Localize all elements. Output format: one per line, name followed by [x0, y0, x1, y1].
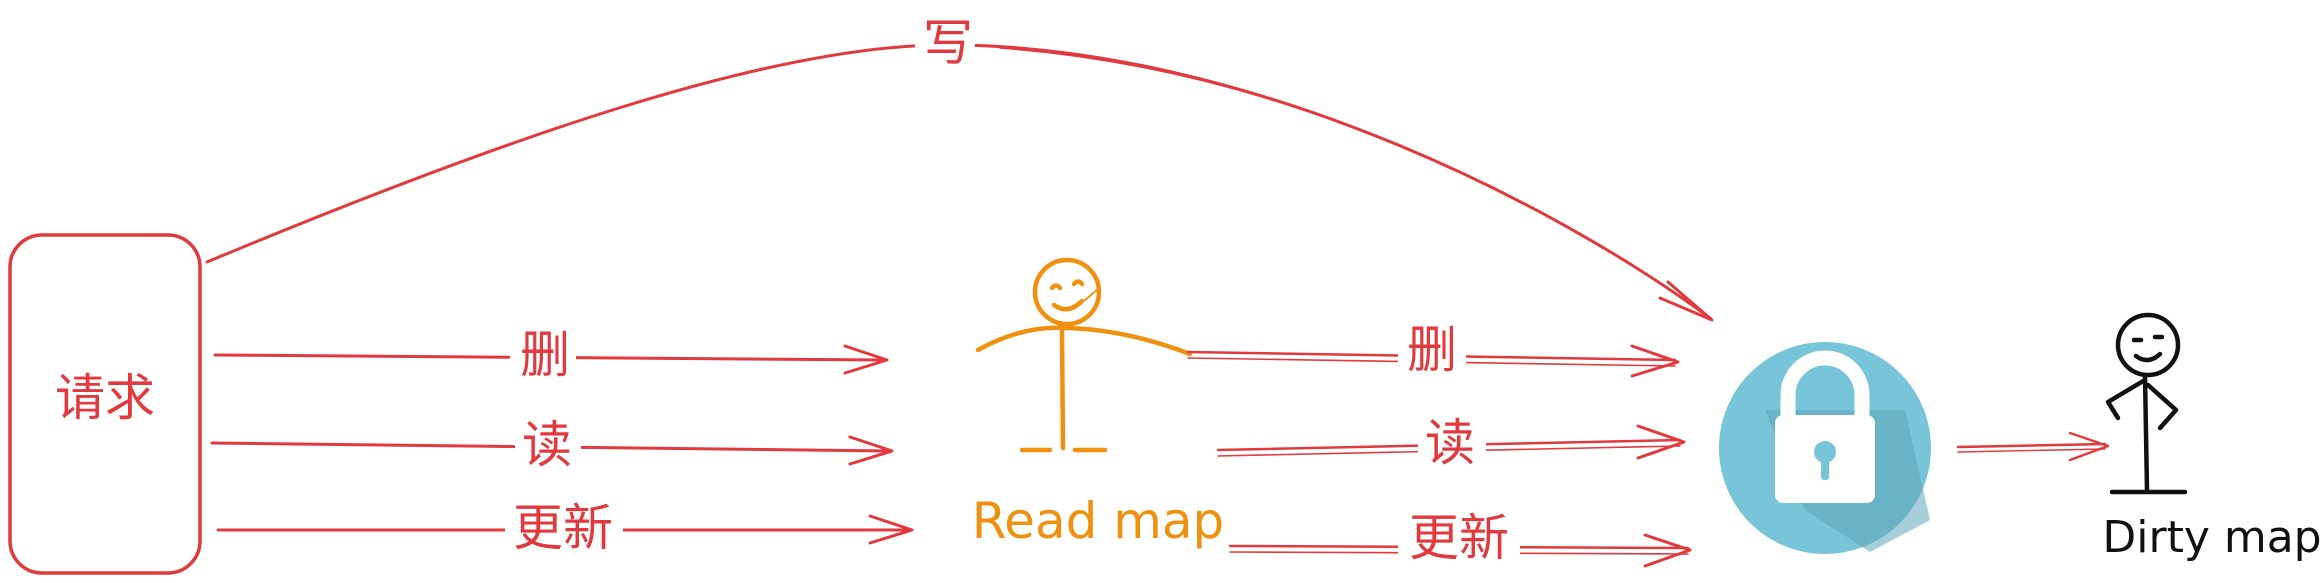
dirty-map-head: [2115, 312, 2181, 378]
right-arrow-update: 更新: [1228, 508, 1692, 570]
left-arrow-read: 读: [210, 415, 894, 474]
read-map-label: Read map: [972, 492, 1225, 550]
left-arrow-update: 更新: [216, 498, 914, 558]
right-label-update: 更新: [1409, 509, 1509, 567]
left-label-delete: 删: [520, 326, 570, 384]
left-label-read: 读: [522, 416, 572, 474]
right-arrow-delete: 删: [1186, 320, 1680, 379]
dirty-map-label: Dirty map: [2102, 512, 2321, 563]
request-node: 请求: [8, 233, 202, 575]
left-arrow-delete: 删: [213, 325, 889, 384]
diagram-canvas: 请求 写 删 读 更新 Read map 删 读 更新 Dirty map: [8, 12, 2322, 575]
write-label: 写: [923, 14, 973, 72]
request-label: 请求: [55, 369, 155, 427]
lock-icon: [1719, 342, 1931, 554]
write-arc-shadow: [999, 47, 1706, 315]
read-map-head: [1032, 257, 1102, 327]
read-map-figure: [975, 257, 1193, 453]
right-label-delete: 删: [1407, 321, 1457, 379]
write-arc: [205, 43, 1712, 320]
right-label-read: 读: [1425, 414, 1475, 472]
dirty-map-figure: [2105, 312, 2188, 495]
left-label-update: 更新: [513, 499, 613, 557]
lock-to-dirty-arrow: [1956, 431, 2110, 462]
write-arrow: 写: [205, 12, 1714, 322]
right-arrow-read: 读: [1216, 412, 1686, 472]
